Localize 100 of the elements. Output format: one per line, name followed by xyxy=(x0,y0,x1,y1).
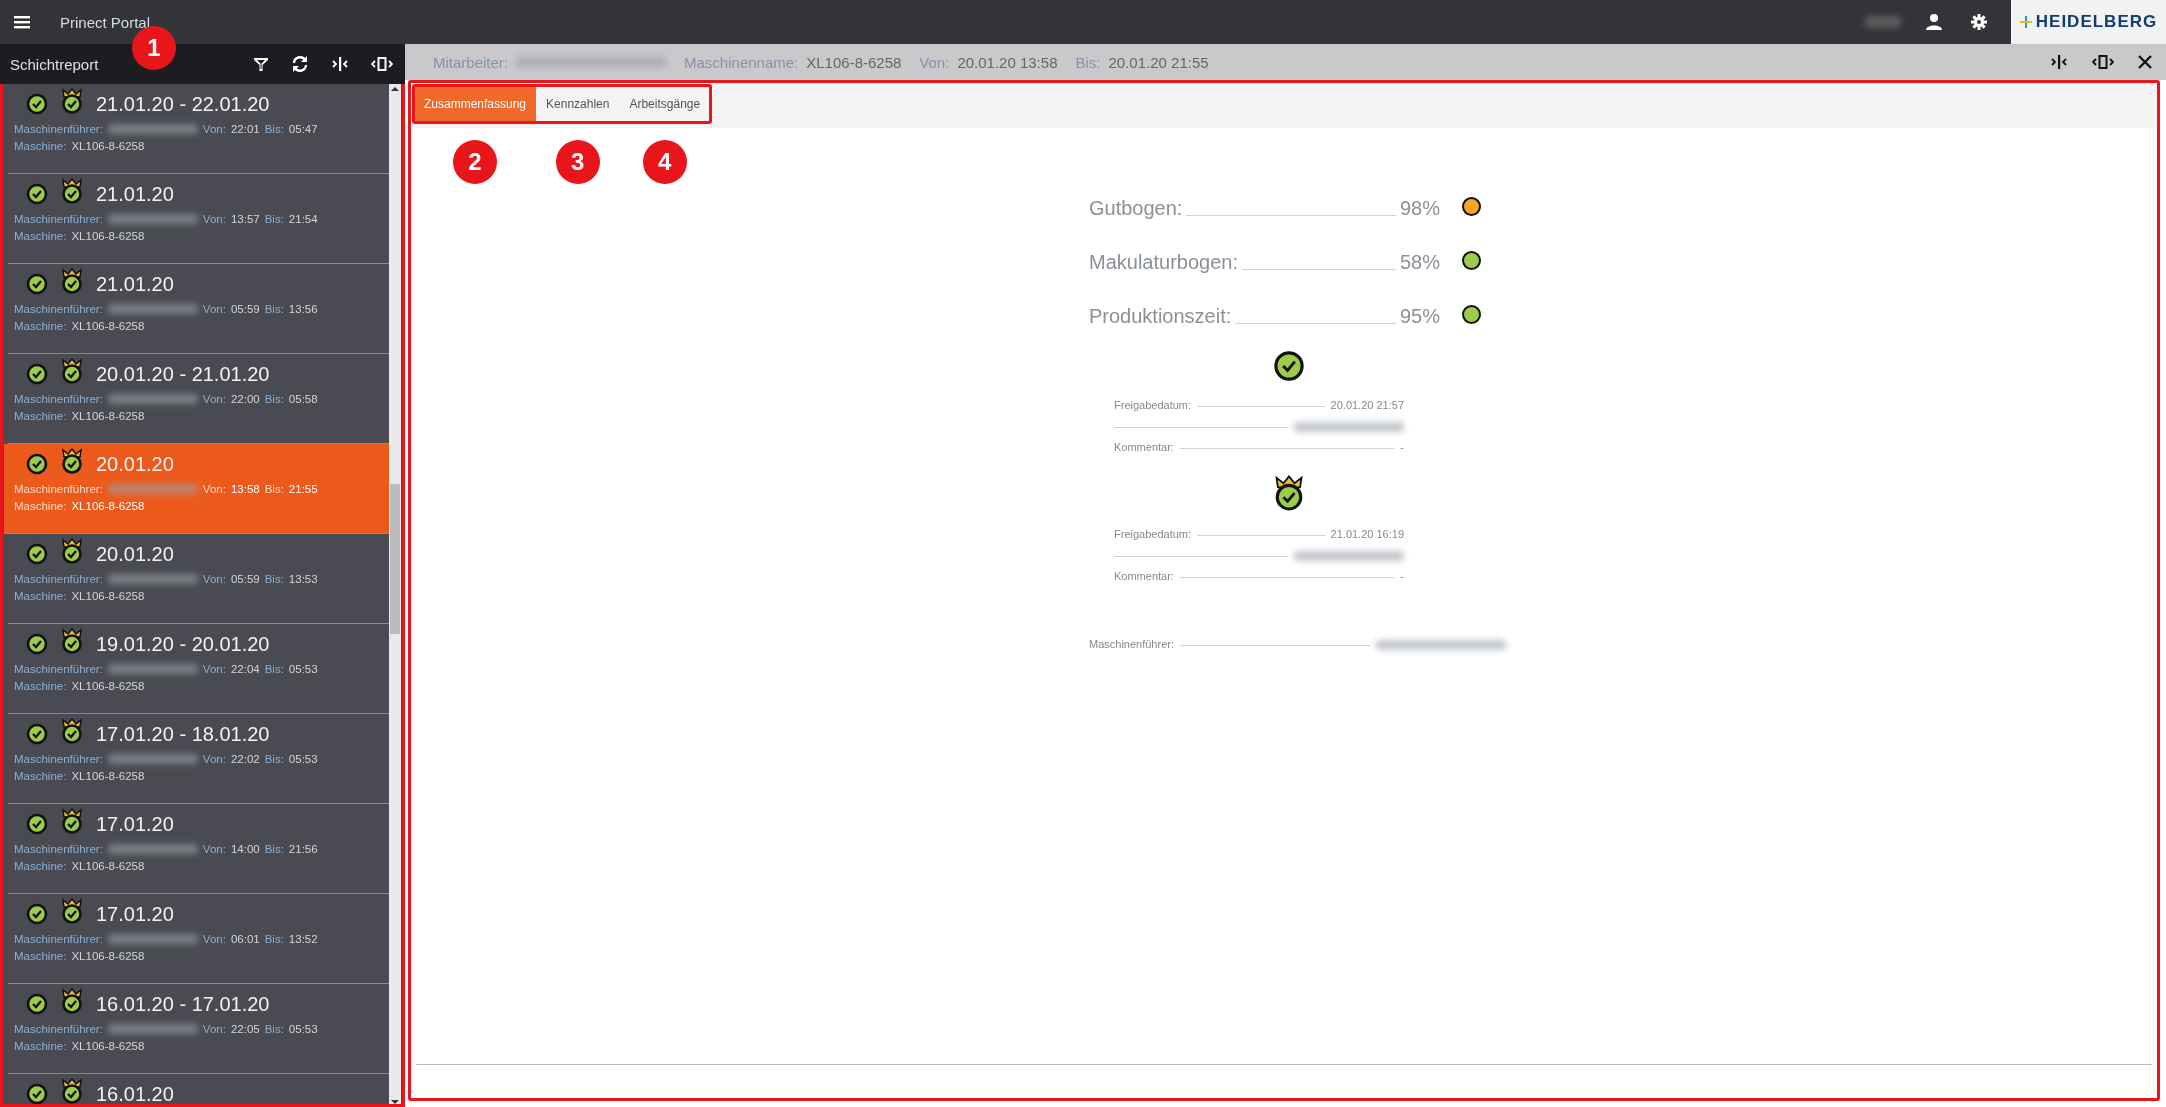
user-icon[interactable] xyxy=(1925,13,1943,31)
from-label: Von: xyxy=(202,212,226,225)
expand-icon[interactable] xyxy=(2092,55,2114,69)
from-label: Von: xyxy=(202,572,226,585)
shift-list-item[interactable]: 21.01.20 - 22.01.20 Maschinenführer: Von: 22:01 Bis: 05:47 Maschine: XL106-8-6258 xyxy=(8,84,389,174)
metric-label: Makulaturbogen: xyxy=(1089,250,1238,274)
crown-check-icon xyxy=(60,718,84,744)
to-time: 05:58 xyxy=(288,392,318,405)
shift-date: 16.01.20 - 17.01.20 xyxy=(96,992,270,1016)
from-label: Von: xyxy=(202,392,226,405)
check-badge-icon xyxy=(26,813,48,835)
tab[interactable]: Kennzahlen xyxy=(536,86,620,122)
check-badge-icon xyxy=(26,723,48,745)
crown-check-icon xyxy=(60,358,84,384)
to-label: Bis: xyxy=(264,1022,284,1035)
refresh-icon[interactable] xyxy=(291,55,309,73)
sidebar-title: Schichtreport xyxy=(10,55,99,73)
shift-date: 21.01.20 xyxy=(96,182,174,206)
crown-check-icon xyxy=(60,628,84,654)
collapse-icon[interactable] xyxy=(331,57,349,71)
comment-value: - xyxy=(1400,441,1404,453)
to-time: 21:54 xyxy=(288,212,318,225)
shift-date: 17.01.20 xyxy=(96,812,174,836)
header-label: Mitarbeiter: xyxy=(433,53,509,71)
settings-icon[interactable] xyxy=(1971,14,1987,30)
check-badge-icon xyxy=(26,543,48,565)
approval-date-label: Freigabedatum: xyxy=(1114,399,1192,411)
to-time: 13:56 xyxy=(288,302,318,315)
from-label: Von: xyxy=(202,932,226,945)
scroll-up-icon[interactable] xyxy=(391,84,399,94)
shift-list-item[interactable]: 17.01.20 Maschinenführer: Von: 06:01 Bis: 13:52 Maschine: XL106-8-6258 xyxy=(8,894,389,984)
to-label: Bis: xyxy=(264,752,284,765)
machine-name: XL106-8-6258 xyxy=(71,409,145,422)
operator-label: Maschinenführer: xyxy=(14,302,103,315)
shift-list-item[interactable]: 17.01.20 - 18.01.20 Maschinenführer: Von: 22:02 Bis: 05:53 Maschine: XL106-8-6258 xyxy=(8,714,389,804)
check-badge-icon xyxy=(26,1083,48,1105)
menu-icon[interactable] xyxy=(14,15,30,29)
header-value: XL106-8-6258 xyxy=(806,53,902,71)
shift-list-item[interactable]: 21.01.20 Maschinenführer: Von: 05:59 Bis: 13:56 Maschine: XL106-8-6258 xyxy=(8,264,389,354)
machine-name: XL106-8-6258 xyxy=(71,769,145,782)
shift-date: 17.01.20 xyxy=(96,902,174,926)
shift-list-item[interactable]: 17.01.20 Maschinenführer: Von: 14:00 Bis: 21:56 Maschine: XL106-8-6258 xyxy=(8,804,389,894)
machine-name: XL106-8-6258 xyxy=(71,589,145,602)
expand-icon[interactable] xyxy=(371,57,393,71)
check-badge-icon xyxy=(26,633,48,655)
operator-label: Maschinenführer: xyxy=(14,662,103,675)
to-label: Bis: xyxy=(264,842,284,855)
operator-label: Maschinenführer: xyxy=(14,932,103,945)
shift-list-item[interactable]: 16.01.20 xyxy=(8,1074,389,1107)
machine-name: XL106-8-6258 xyxy=(71,679,145,692)
operator-label: Maschinenführer: xyxy=(1089,638,1174,650)
tab[interactable]: Arbeitsgänge xyxy=(619,86,711,122)
from-label: Von: xyxy=(202,752,226,765)
to-time: 13:53 xyxy=(288,572,318,585)
collapse-icon[interactable] xyxy=(2050,55,2068,69)
machine-name: XL106-8-6258 xyxy=(71,229,145,242)
to-label: Bis: xyxy=(264,392,284,405)
scrollbar[interactable] xyxy=(389,84,401,1107)
to-label: Bis: xyxy=(264,212,284,225)
from-time: 22:04 xyxy=(230,662,260,675)
comment-value: - xyxy=(1400,570,1404,582)
callout-badge: 2 xyxy=(453,140,497,184)
approval-date: 20.01.20 21:57 xyxy=(1330,399,1404,411)
machine-label: Maschine: xyxy=(14,679,67,692)
shift-list-item[interactable]: 16.01.20 - 17.01.20 Maschinenführer: Von: 22:05 Bis: 05:53 Maschine: XL106-8-6258 xyxy=(8,984,389,1074)
machine-label: Maschine: xyxy=(14,229,67,242)
machine-label: Maschine: xyxy=(14,499,67,512)
operator-label: Maschinenführer: xyxy=(14,212,103,225)
to-time: 05:53 xyxy=(288,752,318,765)
to-time: 05:47 xyxy=(288,122,318,135)
crown-check-icon xyxy=(60,538,84,564)
crown-check-icon xyxy=(60,268,84,294)
check-badge-icon xyxy=(1273,350,1305,382)
close-icon[interactable] xyxy=(2138,55,2152,69)
scroll-thumb[interactable] xyxy=(390,484,400,634)
filter-icon[interactable] xyxy=(253,56,269,72)
to-label: Bis: xyxy=(264,572,284,585)
from-time: 22:05 xyxy=(230,1022,260,1035)
shift-list-item[interactable]: 20.01.20 Maschinenführer: Von: 05:59 Bis: 13:53 Maschine: XL106-8-6258 xyxy=(8,534,389,624)
crown-check-icon xyxy=(60,808,84,834)
metric-value: 95% xyxy=(1399,304,1440,328)
crown-check-icon xyxy=(60,988,84,1014)
header-value: 20.01.20 21:55 xyxy=(1108,53,1209,71)
machine-label: Maschine: xyxy=(14,139,67,152)
machine-label: Maschine: xyxy=(14,859,67,872)
to-label: Bis: xyxy=(264,122,284,135)
shift-list-item[interactable]: 19.01.20 - 20.01.20 Maschinenführer: Von: 22:04 Bis: 05:53 Maschine: XL106-8-6258 xyxy=(8,624,389,714)
operator-label: Maschinenführer: xyxy=(14,572,103,585)
redacted-username xyxy=(1865,16,1901,28)
machine-name: XL106-8-6258 xyxy=(71,949,145,962)
from-label: Von: xyxy=(202,482,226,495)
operator-label: Maschinenführer: xyxy=(14,752,103,765)
to-time: 05:53 xyxy=(288,1022,318,1035)
machine-label: Maschine: xyxy=(14,1039,67,1052)
metric-value: 58% xyxy=(1399,250,1440,274)
scroll-down-icon[interactable] xyxy=(391,1097,399,1107)
crown-check-icon xyxy=(60,178,84,204)
shift-list-item[interactable]: 21.01.20 Maschinenführer: Von: 13:57 Bis: 21:54 Maschine: XL106-8-6258 xyxy=(8,174,389,264)
machine-label: Maschine: xyxy=(14,319,67,332)
to-time: 13:52 xyxy=(288,932,318,945)
